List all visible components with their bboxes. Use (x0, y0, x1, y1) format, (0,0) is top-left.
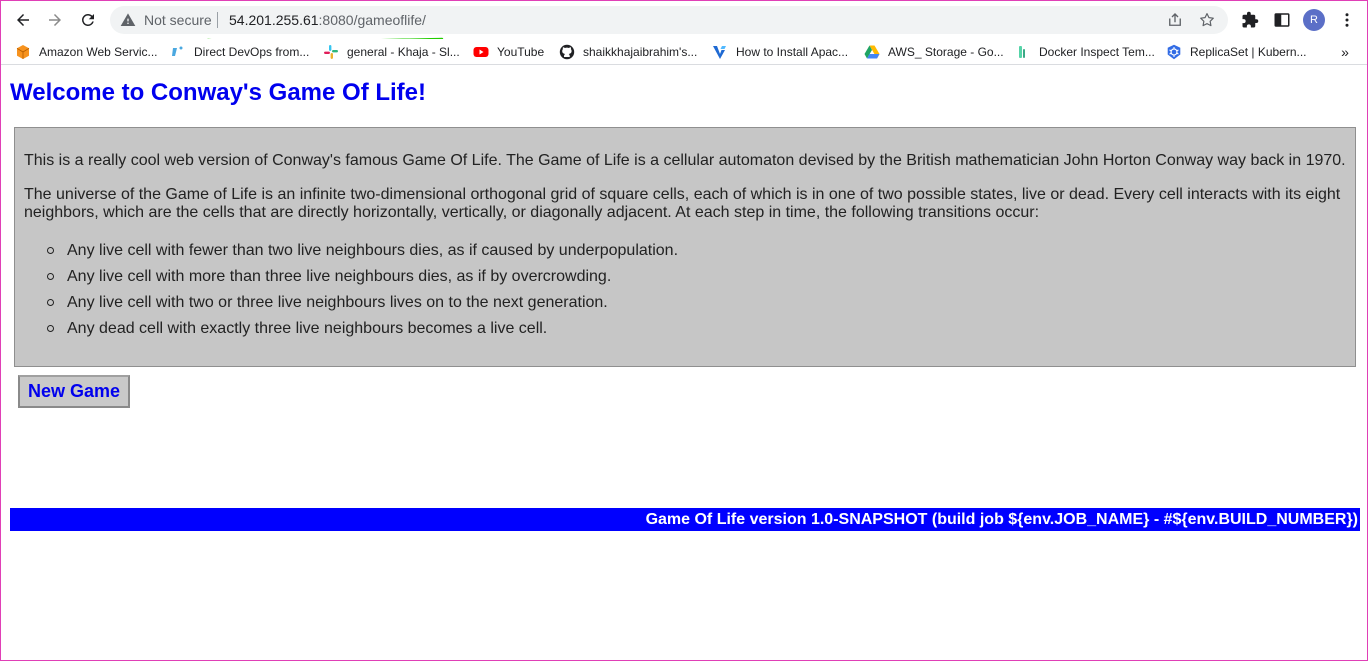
circle-bullet-icon (47, 273, 54, 280)
version-footer: Game Of Life version 1.0-SNAPSHOT (build… (10, 508, 1360, 531)
extensions-button[interactable] (1240, 10, 1260, 30)
arrow-right-icon (49, 14, 61, 26)
more-vertical-icon (1345, 13, 1349, 27)
bookmark-star-icon[interactable] (1198, 11, 1216, 29)
new-game-button[interactable]: New Game (18, 375, 130, 408)
circle-bullet-icon (47, 325, 54, 332)
bookmark-vultr[interactable]: How to Install Apac... (712, 43, 848, 61)
list-item: Any live cell with two or three live nei… (47, 294, 678, 320)
bookmark-label: general - Khaja - Sl... (347, 45, 460, 59)
google-drive-icon (864, 44, 880, 60)
bookmark-label: Amazon Web Servic... (39, 45, 158, 59)
devops-icon (170, 44, 186, 60)
address-divider (217, 12, 218, 28)
bookmark-label: YouTube (497, 45, 545, 59)
browser-toolbar: Not secure 54.201.255.61:8080/gameoflife… (1, 1, 1367, 45)
reload-icon (81, 13, 94, 26)
side-panel-icon (1274, 13, 1290, 27)
vultr-icon (712, 44, 728, 60)
rule-text: Any live cell with two or three live nei… (67, 294, 608, 311)
bookmarks-bar: Amazon Web Servic... Direct DevOps from.… (1, 39, 1367, 65)
rule-text: Any live cell with more than three live … (67, 268, 612, 285)
more-bookmarks-button[interactable]: » (1337, 43, 1353, 61)
forward-button[interactable] (43, 8, 67, 32)
github-icon (559, 44, 575, 60)
intro-paragraph: This is a really cool web version of Con… (24, 152, 1346, 169)
bookmark-label: How to Install Apac... (736, 45, 849, 59)
kubernetes-icon (1166, 44, 1182, 60)
bookmark-google-drive[interactable]: AWS_ Storage - Go... (864, 43, 1004, 61)
rule-text: Any dead cell with exactly three live ne… (67, 320, 548, 337)
circle-bullet-icon (47, 299, 54, 306)
list-item: Any live cell with fewer than two live n… (47, 242, 679, 268)
arrow-left-icon (17, 14, 29, 26)
url-host: 54.201.255.61 (229, 12, 319, 28)
bookmark-aws[interactable]: Amazon Web Servic... (15, 43, 158, 61)
warning-icon (120, 12, 136, 28)
double-chevron-right-icon: » (1341, 44, 1349, 60)
bookmark-label: ReplicaSet | Kubern... (1190, 45, 1307, 59)
bookmark-kubernetes[interactable]: ReplicaSet | Kubern... (1166, 43, 1307, 61)
security-status[interactable]: Not secure (144, 12, 212, 28)
bookmark-slack[interactable]: general - Khaja - Sl... (323, 43, 460, 61)
profile-avatar[interactable]: R (1303, 9, 1325, 31)
bookmark-label: Docker Inspect Tem... (1039, 45, 1155, 59)
page-content: Welcome to Conway's Game Of Life! This i… (1, 66, 1367, 661)
browser-menu-button[interactable] (1337, 10, 1357, 30)
bookmark-devops[interactable]: Direct DevOps from... (170, 43, 309, 61)
address-bar[interactable]: Not secure 54.201.255.61:8080/gameoflife… (110, 6, 1228, 34)
back-button[interactable] (11, 8, 35, 32)
side-panel-button[interactable] (1272, 10, 1292, 30)
aws-cube-icon (15, 44, 31, 60)
bookmark-docker-inspect[interactable]: Docker Inspect Tem... (1015, 43, 1155, 61)
url-path: :8080/gameoflife/ (318, 12, 426, 28)
rule-text: Any live cell with fewer than two live n… (67, 242, 679, 259)
slack-icon (323, 44, 339, 60)
circle-bullet-icon (47, 247, 54, 254)
bookmark-label: shaikkhajaibrahim's... (583, 45, 698, 59)
bookmark-github[interactable]: shaikkhajaibrahim's... (559, 43, 697, 61)
bookmark-youtube[interactable]: YouTube (473, 43, 544, 61)
share-icon[interactable] (1166, 11, 1184, 29)
youtube-icon (473, 44, 489, 60)
page-title: Welcome to Conway's Game Of Life! (10, 79, 427, 106)
list-item: Any live cell with more than three live … (47, 268, 678, 294)
list-item: Any dead cell with exactly three live ne… (47, 320, 678, 346)
puzzle-icon (1242, 11, 1259, 28)
url-text[interactable]: 54.201.255.61:8080/gameoflife/ (229, 12, 426, 28)
bookmark-label: AWS_ Storage - Go... (888, 45, 1004, 59)
rules-list: Any live cell with fewer than two live n… (47, 242, 679, 346)
description-panel: This is a really cool web version of Con… (14, 127, 1356, 367)
reload-button[interactable] (76, 8, 100, 32)
bookmark-label: Direct DevOps from... (194, 45, 310, 59)
docker-doc-icon (1015, 44, 1031, 60)
universe-paragraph: The universe of the Game of Life is an i… (24, 186, 1341, 221)
